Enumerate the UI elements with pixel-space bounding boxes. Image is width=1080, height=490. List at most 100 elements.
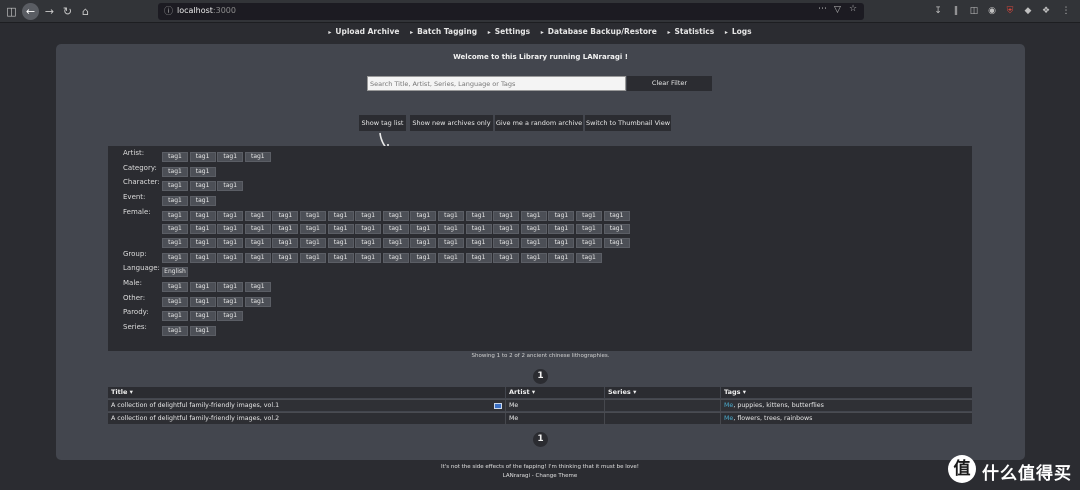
artist-tag-link[interactable]: Me <box>724 415 733 422</box>
tag-chip[interactable]: tag1 <box>576 253 602 263</box>
tag-chip[interactable]: tag1 <box>162 181 188 191</box>
nav-settings[interactable]: ▸ Settings <box>486 27 532 36</box>
tag-chip[interactable]: tag1 <box>410 211 437 221</box>
tag-chip[interactable]: tag1 <box>410 253 437 263</box>
tag-chip[interactable]: tag1 <box>410 238 437 248</box>
tag-chip[interactable]: tag1 <box>548 224 575 234</box>
tag-chip[interactable]: tag1 <box>189 282 216 292</box>
tag-chip[interactable]: tag1 <box>465 224 492 234</box>
tag-chip[interactable]: tag1 <box>244 211 271 221</box>
back-arrow-icon[interactable]: ← <box>22 3 39 20</box>
tag-chip[interactable]: tag1 <box>493 253 520 263</box>
tag-chip[interactable]: tag1 <box>162 311 188 321</box>
col-title-header[interactable]: Title ▾ <box>108 387 505 398</box>
tag-chip[interactable]: tag1 <box>520 211 547 221</box>
tag-chip[interactable]: tag1 <box>410 224 437 234</box>
tag-chip[interactable]: tag1 <box>493 238 520 248</box>
pagination-current-bottom[interactable]: 1 <box>533 432 548 447</box>
nav-batch-tagging[interactable]: ▸ Batch Tagging <box>408 27 479 36</box>
artist-tag-link[interactable]: Me <box>724 402 733 409</box>
tag-chip[interactable]: English <box>162 267 188 277</box>
tag-chip[interactable]: tag1 <box>272 238 299 248</box>
tag-chip[interactable]: tag1 <box>465 253 492 263</box>
tag-chip[interactable]: tag1 <box>327 224 354 234</box>
page-actions-icon[interactable]: ⋯ <box>818 4 827 14</box>
col-series-header[interactable]: Series ▾ <box>605 387 720 398</box>
tag-chip[interactable]: tag1 <box>576 211 602 221</box>
tag-chip[interactable]: tag1 <box>300 238 326 248</box>
footer-links[interactable]: LANraragi - Change Theme <box>0 473 1080 479</box>
download-icon[interactable]: ↧ <box>932 5 944 17</box>
tag-chip[interactable]: tag1 <box>244 282 271 292</box>
tag-chip[interactable]: tag1 <box>217 297 244 307</box>
tag-chip[interactable]: tag1 <box>438 238 464 248</box>
tag-chip[interactable]: tag1 <box>548 238 575 248</box>
tag-chip[interactable]: tag1 <box>217 282 244 292</box>
nav-upload-archive[interactable]: ▸ Upload Archive <box>326 27 401 36</box>
tag-chip[interactable]: tag1 <box>162 152 188 162</box>
tag-chip[interactable]: tag1 <box>300 224 326 234</box>
random-archive-button[interactable]: Give me a random archive <box>495 115 583 131</box>
sidebar-panel-icon[interactable]: ◫ <box>968 5 980 17</box>
tag-chip[interactable]: tag1 <box>603 211 630 221</box>
tag-chip[interactable]: tag1 <box>493 224 520 234</box>
col-tags-header[interactable]: Tags ▾ <box>721 387 972 398</box>
forward-arrow-icon[interactable]: → <box>42 4 57 19</box>
tag-chip[interactable]: tag1 <box>162 196 188 206</box>
tag-chip[interactable]: tag1 <box>327 211 354 221</box>
col-artist-header[interactable]: Artist ▾ <box>506 387 604 398</box>
tag-chip[interactable]: tag1 <box>189 152 216 162</box>
tag-chip[interactable]: tag1 <box>603 238 630 248</box>
tag-chip[interactable]: tag1 <box>217 238 244 248</box>
tag-chip[interactable]: tag1 <box>493 211 520 221</box>
sidebar-toggle-icon[interactable]: ◫ <box>4 4 19 19</box>
home-icon[interactable]: ⌂ <box>78 4 93 19</box>
tag-chip[interactable]: tag1 <box>162 211 188 221</box>
tag-chip[interactable]: tag1 <box>217 152 244 162</box>
show-tag-list-button[interactable]: Show tag list <box>359 115 406 131</box>
tag-chip[interactable]: tag1 <box>189 211 216 221</box>
tag-chip[interactable]: tag1 <box>465 211 492 221</box>
tag-chip[interactable]: tag1 <box>189 297 216 307</box>
tag-chip[interactable]: tag1 <box>217 211 244 221</box>
tag-chip[interactable]: tag1 <box>520 224 547 234</box>
tag-chip[interactable]: tag1 <box>327 238 354 248</box>
menu-icon[interactable]: ⋮ <box>1060 5 1072 17</box>
nav-logs[interactable]: ▸ Logs <box>723 27 754 36</box>
search-input[interactable] <box>367 76 626 91</box>
tag-chip[interactable]: tag1 <box>189 326 216 336</box>
thumbnail-view-button[interactable]: Switch to Thumbnail View <box>585 115 671 131</box>
clear-filter-button[interactable]: Clear Filter <box>627 76 712 91</box>
tag-chip[interactable]: tag1 <box>520 253 547 263</box>
tag-chip[interactable]: tag1 <box>244 152 271 162</box>
tag-chip[interactable]: tag1 <box>355 224 382 234</box>
puzzle-icon[interactable]: ❖ <box>1040 5 1052 17</box>
tag-chip[interactable]: tag1 <box>272 211 299 221</box>
tag-chip[interactable]: tag1 <box>244 238 271 248</box>
tag-chip[interactable]: tag1 <box>438 224 464 234</box>
tag-chip[interactable]: tag1 <box>300 253 326 263</box>
tag-chip[interactable]: tag1 <box>244 224 271 234</box>
tag-chip[interactable]: tag1 <box>576 224 602 234</box>
site-info-icon[interactable]: ⓘ <box>164 4 173 17</box>
archive-artist[interactable]: Me <box>506 400 518 412</box>
tag-chip[interactable]: tag1 <box>382 238 409 248</box>
tag-chip[interactable]: tag1 <box>355 238 382 248</box>
tag-chip[interactable]: tag1 <box>244 253 271 263</box>
tag-chip[interactable]: tag1 <box>300 211 326 221</box>
nav-statistics[interactable]: ▸ Statistics <box>665 27 716 36</box>
tag-chip[interactable]: tag1 <box>355 211 382 221</box>
tag-chip[interactable]: tag1 <box>217 253 244 263</box>
pagination-current-top[interactable]: 1 <box>533 369 548 384</box>
show-new-archives-button[interactable]: Show new archives only <box>410 115 493 131</box>
tag-chip[interactable]: tag1 <box>272 224 299 234</box>
tag-chip[interactable]: tag1 <box>162 238 188 248</box>
tag-chip[interactable]: tag1 <box>162 167 188 177</box>
url-bar[interactable]: ⓘ localhost:3000 ⋯ ▽ ☆ <box>158 3 864 20</box>
tag-chip[interactable]: tag1 <box>217 311 244 321</box>
tag-chip[interactable]: tag1 <box>272 253 299 263</box>
tag-chip[interactable]: tag1 <box>189 181 216 191</box>
tag-chip[interactable]: tag1 <box>162 282 188 292</box>
tag-chip[interactable]: tag1 <box>162 326 188 336</box>
tag-chip[interactable]: tag1 <box>189 224 216 234</box>
